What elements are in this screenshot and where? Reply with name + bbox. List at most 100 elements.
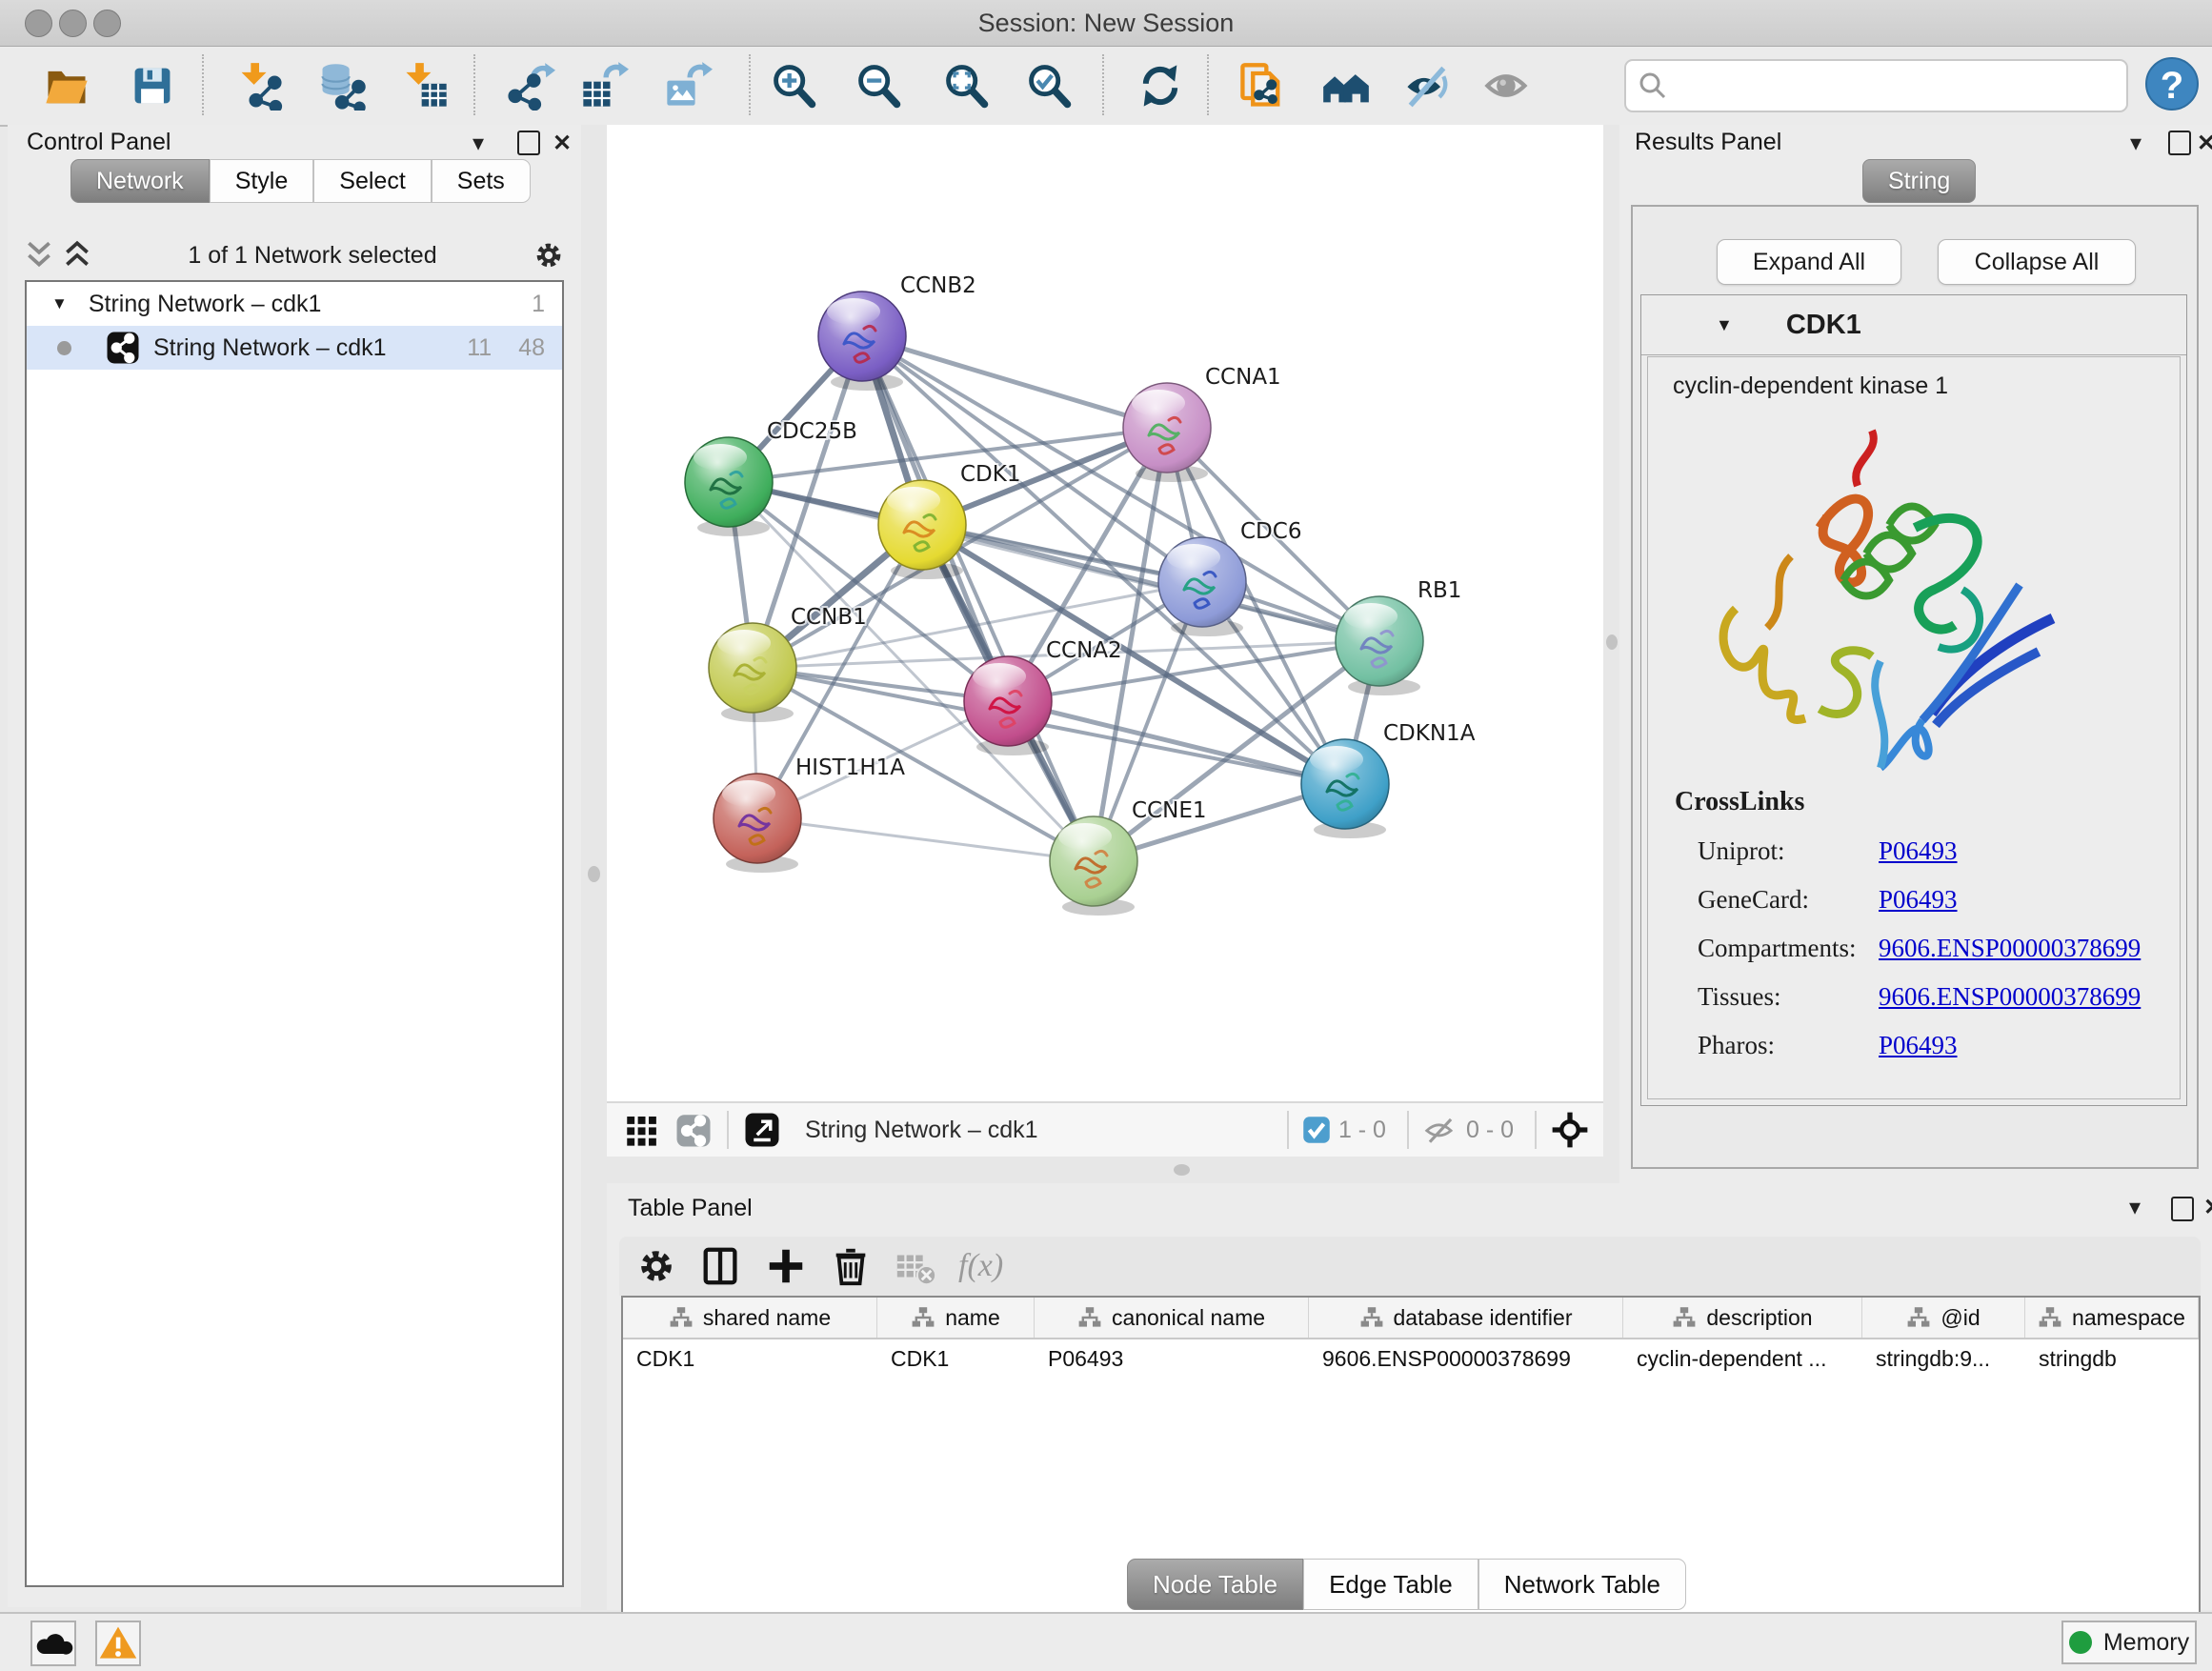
hidden-eye-icon[interactable] [1422, 1112, 1458, 1148]
zoom-in-icon [769, 61, 818, 111]
entry-collapse-icon[interactable]: ▼ [1716, 315, 1733, 335]
network-edge[interactable] [862, 336, 1167, 428]
import-table-button[interactable] [401, 61, 451, 111]
panel-menu-icon[interactable]: ▾ [473, 131, 484, 157]
memory-button[interactable]: Memory [2061, 1621, 2197, 1664]
gear-icon[interactable] [532, 238, 566, 272]
export-table-button[interactable] [579, 61, 629, 111]
panel-float-icon[interactable] [517, 131, 540, 155]
column-header[interactable]: namespace [2025, 1298, 2199, 1338]
tab-network-table[interactable]: Network Table [1478, 1559, 1686, 1610]
tab-network[interactable]: Network [70, 159, 210, 203]
add-column-icon[interactable] [764, 1244, 808, 1288]
save-session-button[interactable] [128, 61, 177, 111]
network-node-CDKN1A[interactable]: CDKN1A [1301, 721, 1476, 838]
network-row[interactable]: String Network – cdk1 11 48 [27, 326, 562, 370]
column-header[interactable]: canonical name [1035, 1298, 1309, 1338]
table-gear-icon[interactable] [634, 1244, 678, 1288]
tree-expander-icon[interactable]: ▼ [51, 294, 68, 313]
export-image-button[interactable] [663, 61, 713, 111]
zoom-out-button[interactable] [854, 61, 903, 111]
zoom-fit-button[interactable] [941, 61, 991, 111]
column-header[interactable]: database identifier [1309, 1298, 1623, 1338]
network-node-CDC25B[interactable]: CDC25B [685, 419, 857, 536]
panel-float-icon[interactable] [2171, 1197, 2194, 1221]
export-network-button[interactable] [506, 61, 555, 111]
column-header[interactable]: shared name [623, 1298, 877, 1338]
zoom-selected-button[interactable] [1024, 61, 1074, 111]
network-view[interactable]: CCNB2CCNA1CDC25BCDK1CDC6RB1CCNB1CCNA2CDK… [607, 125, 1603, 1157]
zoom-in-button[interactable] [769, 61, 818, 111]
crosslink-value[interactable]: 9606.ENSP00000378699 [1879, 982, 2141, 1012]
tab-node-table[interactable]: Node Table [1127, 1559, 1303, 1610]
table-cell[interactable]: CDK1 [623, 1339, 877, 1378]
panel-menu-icon[interactable]: ▾ [2129, 1195, 2141, 1221]
crosslink-value[interactable]: P06493 [1879, 836, 1958, 866]
network-node-HIST1H1A[interactable]: HIST1H1A [714, 755, 905, 873]
network-node-RB1[interactable]: RB1 [1336, 578, 1461, 695]
network-edge[interactable] [862, 336, 1094, 861]
panel-menu-icon[interactable]: ▾ [2130, 131, 2142, 157]
tab-select[interactable]: Select [313, 159, 431, 203]
search-input[interactable] [1670, 66, 2126, 106]
panel-close-icon[interactable]: ✕ [553, 131, 572, 157]
warning-button[interactable] [95, 1621, 141, 1666]
tab-sets[interactable]: Sets [432, 159, 531, 203]
reset-view-button[interactable] [1321, 61, 1371, 111]
table-cell[interactable]: 9606.ENSP00000378699 [1309, 1339, 1623, 1378]
right-splitter[interactable] [1603, 125, 1619, 1183]
network-edge[interactable] [757, 818, 1094, 861]
network-canvas[interactable]: CCNB2CCNA1CDC25BCDK1CDC6RB1CCNB1CCNA2CDK… [607, 125, 1603, 1101]
network-node-CCNB2[interactable]: CCNB2 [818, 273, 976, 391]
panel-close-icon[interactable]: ✕ [2197, 131, 2212, 157]
clone-network-button[interactable] [1237, 61, 1287, 111]
expand-all-button[interactable]: Expand All [1717, 239, 1901, 285]
table-cell[interactable]: stringdb:9... [1862, 1339, 2025, 1378]
grid-view-icon[interactable] [622, 1110, 662, 1150]
crosslink-value[interactable]: P06493 [1879, 1031, 1958, 1060]
node-result-header[interactable]: ▼ CDK1 [1641, 295, 2186, 355]
column-header[interactable]: description [1623, 1298, 1862, 1338]
horizontal-splitter-handle[interactable] [1174, 1164, 1190, 1176]
refresh-layout-button[interactable] [1136, 61, 1185, 111]
delete-column-icon[interactable] [829, 1244, 873, 1288]
crosslink-value[interactable]: P06493 [1879, 885, 1958, 915]
tab-edge-table[interactable]: Edge Table [1303, 1559, 1478, 1610]
crosslink-value[interactable]: 9606.ENSP00000378699 [1879, 934, 2141, 963]
open-in-new-window-icon[interactable] [742, 1110, 782, 1150]
function-builder-button[interactable]: f(x) [958, 1248, 1003, 1284]
table-cell[interactable]: stringdb [2025, 1339, 2199, 1378]
open-session-button[interactable] [42, 61, 91, 111]
hide-selected-button[interactable] [1402, 61, 1452, 111]
panel-close-icon[interactable]: ✕ [2203, 1195, 2212, 1221]
cloud-button[interactable] [30, 1621, 76, 1666]
collapse-all-button[interactable]: Collapse All [1938, 239, 2136, 285]
show-selected-button[interactable] [1482, 61, 1532, 111]
table-cell[interactable]: cyclin-dependent ... [1623, 1339, 1862, 1378]
table-row[interactable]: CDK1CDK1P064939606.ENSP00000378699cyclin… [623, 1339, 2199, 1378]
network-collection-row[interactable]: ▼ String Network – cdk1 1 [27, 282, 562, 326]
select-columns-icon[interactable] [699, 1244, 743, 1288]
delete-table-icon[interactable] [894, 1244, 937, 1288]
selected-checkbox-icon[interactable] [1302, 1116, 1331, 1144]
import-network-file-button[interactable] [234, 61, 284, 111]
node-label-CCNA2: CCNA2 [1046, 638, 1122, 663]
left-splitter-handle[interactable] [588, 866, 600, 882]
application-window: Session: New Session [0, 0, 2212, 1671]
tab-style[interactable]: Style [210, 159, 314, 203]
panel-float-icon[interactable] [2168, 131, 2191, 155]
expand-all-icon[interactable] [61, 239, 93, 272]
table-cell[interactable]: CDK1 [877, 1339, 1035, 1378]
network-node-CDK1[interactable]: CDK1 [878, 462, 1021, 579]
table-cell[interactable]: P06493 [1035, 1339, 1309, 1378]
column-header[interactable]: name [877, 1298, 1035, 1338]
help-button[interactable]: ? [2145, 57, 2199, 111]
import-network-database-button[interactable] [316, 61, 366, 111]
column-header[interactable]: @id [1862, 1298, 2025, 1338]
tab-string[interactable]: String [1862, 159, 1976, 203]
collapse-all-icon[interactable] [23, 239, 55, 272]
network-view-icon[interactable] [674, 1110, 714, 1150]
birdseye-crosshair-icon[interactable] [1550, 1110, 1590, 1150]
right-splitter-handle[interactable] [1606, 634, 1618, 650]
crosslink-row: Pharos:P06493 [1698, 1031, 2180, 1060]
